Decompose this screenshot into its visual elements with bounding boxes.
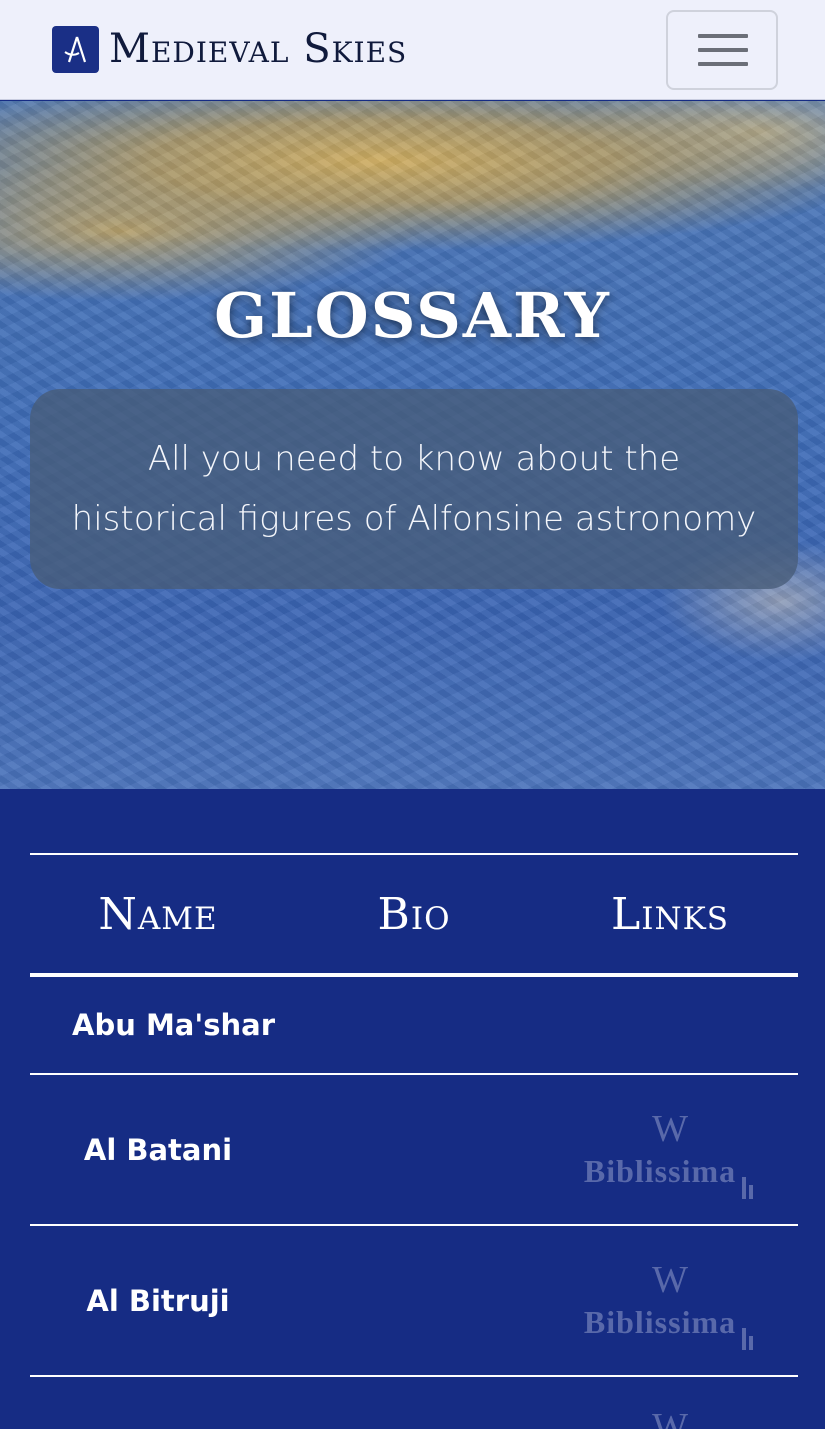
links-cell: W Biblissima — [542, 1226, 798, 1375]
column-header-name: Name — [98, 888, 218, 940]
wikipedia-link-icon[interactable]: W — [542, 1109, 798, 1149]
page-title: GLOSSARY — [214, 279, 611, 352]
person-name[interactable]: Abu Ma'shar — [30, 1008, 330, 1042]
brand-name: Medieval Skies — [109, 26, 408, 72]
hero-banner: GLOSSARY All you need to know about the … — [0, 101, 825, 789]
navbar: Medieval Skies — [0, 0, 825, 100]
links-cell: W — [542, 1377, 798, 1429]
wikipedia-link-icon[interactable]: W — [542, 1407, 798, 1429]
table-header: Name Bio Links — [30, 853, 798, 977]
column-header-links: Links — [611, 888, 729, 940]
table-row[interactable]: W — [30, 1377, 798, 1429]
table-row[interactable]: Al Bitruji W Biblissima — [30, 1226, 798, 1377]
hamburger-menu-icon — [698, 34, 748, 38]
table-row[interactable]: Al Batani W Biblissima — [30, 1075, 798, 1226]
biblissima-label: Biblissima — [583, 1153, 737, 1189]
biblissima-link[interactable]: Biblissima — [584, 1149, 756, 1199]
biblissima-logo-icon — [742, 1155, 756, 1199]
person-name[interactable]: Al Bitruji — [30, 1284, 286, 1318]
person-name[interactable]: Al Batani — [30, 1133, 286, 1167]
hamburger-menu-icon-bar — [698, 48, 748, 52]
glossary-table: Name Bio Links Abu Ma'shar Al Batani W B… — [30, 853, 798, 1429]
biblissima-label: Biblissima — [583, 1304, 737, 1340]
hamburger-menu-button[interactable] — [666, 10, 778, 90]
biblissima-logo-icon — [742, 1306, 756, 1350]
astrolabe-logo-icon — [52, 25, 99, 73]
links-cell: W Biblissima — [542, 1075, 798, 1224]
wikipedia-link-icon[interactable]: W — [542, 1260, 798, 1300]
column-header-bio: Bio — [377, 888, 451, 940]
table-row[interactable]: Abu Ma'shar — [30, 977, 798, 1075]
hamburger-menu-icon-bar — [698, 62, 748, 66]
hero-subtitle: All you need to know about the historica… — [71, 439, 757, 539]
biblissima-link[interactable]: Biblissima — [584, 1300, 756, 1350]
hero-subtitle-box: All you need to know about the historica… — [30, 389, 798, 589]
brand-link[interactable]: Medieval Skies — [52, 22, 407, 76]
